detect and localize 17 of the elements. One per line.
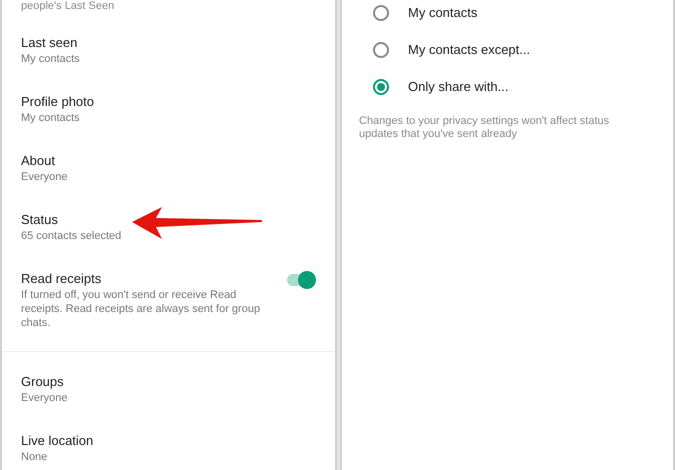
radio-option[interactable]: Only share with... (342, 68, 673, 105)
setting-hint: people's Last Seen (20, 0, 116, 12)
setting-item[interactable]: Status 65 contacts selected (2, 212, 335, 271)
radio-button[interactable] (373, 78, 389, 94)
radio-option[interactable]: My contacts (342, 0, 673, 31)
setting-item[interactable]: Last seen My contacts (2, 35, 335, 94)
setting-item[interactable]: About Everyone (2, 153, 335, 212)
radio-option[interactable]: My contacts except... (342, 31, 673, 68)
privacy-note: Changes to your privacy settings won't affect status updates that you've sent already (358, 115, 610, 141)
setting-item[interactable]: Live location None (2, 433, 335, 470)
setting-description: If turned off, you won't send or receive Read receipts. Read receipts are always sent for group chats. (21, 288, 262, 330)
radio-button[interactable] (373, 4, 389, 20)
setting-title: Read receipts (21, 271, 102, 287)
radio-button[interactable] (373, 42, 389, 58)
toggle-switch[interactable] (287, 274, 313, 286)
setting-item[interactable]: Groups Everyone (2, 374, 335, 433)
setting-item[interactable]: Profile photo My contacts (2, 94, 335, 153)
